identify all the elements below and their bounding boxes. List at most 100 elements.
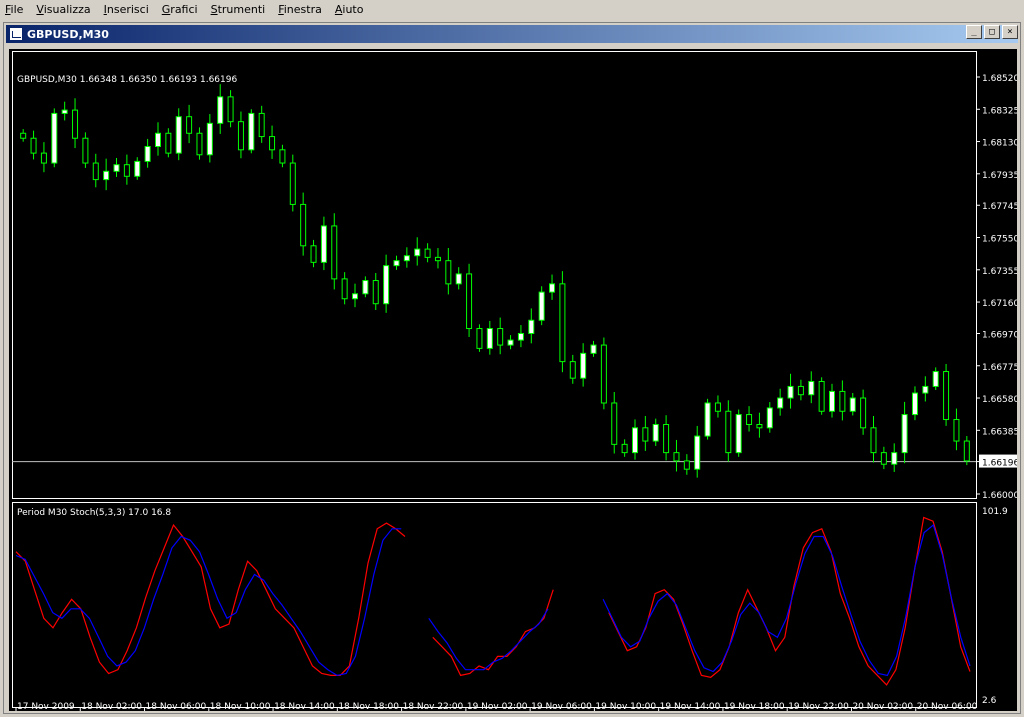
candle-body [849,397,856,412]
candle-body [310,245,317,263]
candle-body [269,136,276,151]
y-tick-label: 1.66196 [982,459,1017,469]
candle-body [217,96,224,124]
x-tick-label: 19 Nov 06:00 [531,702,592,711]
candle-body [538,291,545,321]
candle-body [797,385,804,396]
candle-body [787,385,794,399]
x-tick-label: 18 Nov 06:00 [146,702,207,711]
candle-body [517,332,524,341]
stochastic-info-label: Period M30 Stoch(5,3,3) 17.0 16.8 [17,508,171,518]
candle-body [20,132,27,139]
y-tick-label: 1.67550 [982,235,1017,245]
x-tick-label: 18 Nov 14:00 [274,702,335,711]
y-tick-label: 1.68520 [982,74,1017,84]
candle-body [320,225,327,263]
y-tick-label: 1.66775 [982,363,1017,373]
candle-body [134,160,141,177]
candle-body [870,427,877,454]
y-tick-label: 1.66000 [982,491,1017,501]
menu-file[interactable]: File [0,0,31,20]
candle-body [434,256,441,262]
y-tick-label: 1.67935 [982,171,1017,181]
chart-background [9,49,1017,711]
x-tick-label: 19 Nov 10:00 [595,702,656,711]
x-tick-label: 20 Nov 02:00 [852,702,913,711]
candle-body [72,109,79,139]
candle-body [372,280,379,305]
x-tick-label: 18 Nov 10:00 [210,702,271,711]
candle-body [40,152,47,164]
menu-inserisci[interactable]: Inserisci [99,0,157,20]
candle-body [704,402,711,437]
y-tick-label: 1.66970 [982,330,1017,340]
candle-body [725,410,732,454]
menu-grafici[interactable]: Grafici [157,0,206,20]
candle-body [829,390,836,412]
candle-body [144,146,151,162]
candle-body [911,392,918,416]
candle-body [206,122,213,156]
candle-body [82,137,89,164]
window-title: GBPUSD,M30 [27,27,109,41]
candle-body [123,164,130,177]
candle-body [507,339,514,346]
candle-body [352,293,359,300]
chart-window-icon[interactable] [9,27,23,41]
candle-body [808,380,815,396]
candle-body [683,460,690,470]
candle-body [922,385,929,394]
candle-body [611,402,618,445]
chart-canvas[interactable]: 1.68520 1.68325 1.68130 1.67935 1.67745 1.675… [9,49,1017,711]
menu-finestra[interactable]: Finestra [273,0,330,20]
candle-body [51,112,58,164]
candle-body [341,278,348,300]
menu-visualizza[interactable]: Visualizza [31,0,98,20]
chart-window: GBPUSD,M30 _ □ × 1.68520 1.68325 1.68130 1.… [3,22,1021,714]
candle-body [279,149,286,164]
candle-body [963,440,970,462]
menu-strumenti[interactable]: Strumenti [206,0,274,20]
candle-body [455,273,462,285]
candle-body [424,248,431,258]
candle-body [735,414,742,454]
candle-body [818,380,825,412]
candle-body [393,260,400,267]
candle-body [497,328,504,346]
candle-body [663,424,670,454]
candle-body [580,352,587,379]
candle-body [891,452,898,465]
y-tick-label: 1.67745 [982,202,1017,212]
candle-body [528,319,535,334]
candle-body [445,260,452,285]
candle-body [383,265,390,305]
candle-body [756,424,763,429]
x-tick-label: 19 Nov 22:00 [788,702,849,711]
candle-body [777,397,784,409]
x-tick-label: 18 Nov 22:00 [403,702,464,711]
y-tick-label: 1.67160 [982,299,1017,309]
candle-body [300,203,307,247]
menu-aiuto[interactable]: Aiuto [330,0,372,20]
y-tick-label: 1.68325 [982,106,1017,116]
y-tick-label: 1.67355 [982,267,1017,277]
window-titlebar[interactable]: GBPUSD,M30 [6,25,1018,43]
candle-body [186,116,193,134]
candle-body [600,344,607,404]
minimize-button[interactable]: _ [966,25,982,39]
candle-body [839,390,846,412]
y-tick-label: 1.66580 [982,395,1017,405]
close-button[interactable]: × [1002,25,1018,39]
stochastic-y-tick-label: 2.6 [982,696,997,706]
candle-body [414,248,421,257]
candle-body [331,225,338,280]
candle-body [621,443,628,454]
candle-body [113,164,120,172]
candle-body [476,328,483,349]
restore-button[interactable]: □ [984,25,1000,39]
candle-body [486,328,493,349]
y-tick-label: 1.66385 [982,427,1017,437]
candle-body [746,414,753,426]
candle-body [549,283,556,293]
stochastic-y-tick-label: 101.9 [982,507,1008,517]
